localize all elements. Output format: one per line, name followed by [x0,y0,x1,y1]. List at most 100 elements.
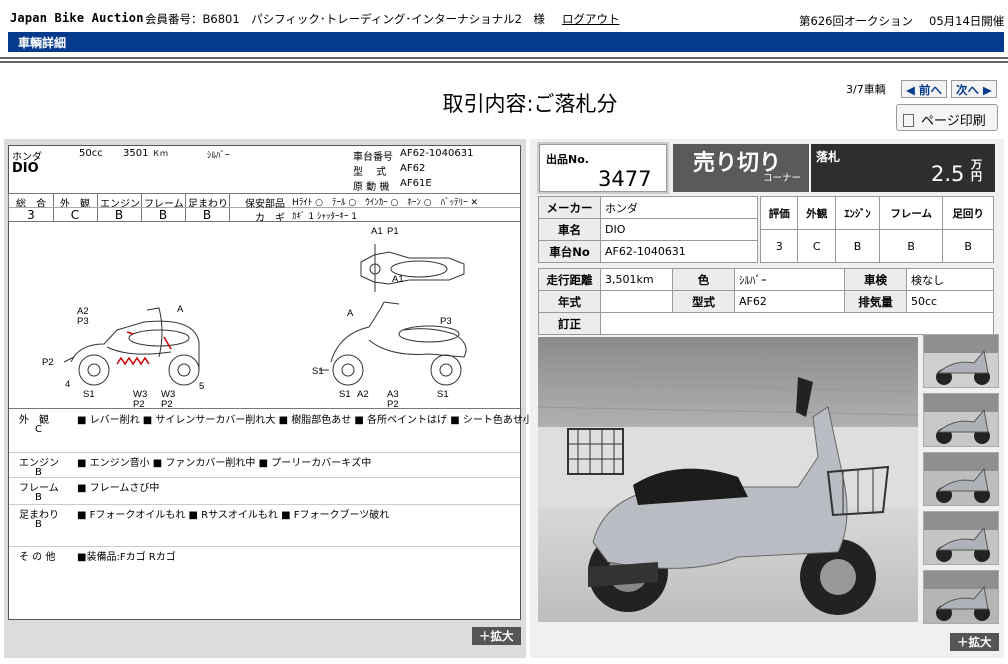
sheet-model: DIO [12,161,39,176]
grade-header: 評価 [759,196,799,230]
sheet-grade-value: B [202,208,212,222]
inspection-sheet[interactable]: ホンダ 50cc 3501 Ｋｍ ｼﾙﾊﾞｰ DIO 車台番号 AF62-104… [8,145,533,620]
lot-box: 出品No. 3477 [537,142,669,194]
logout-link[interactable]: ログアウト [562,11,620,27]
sheet-type-label: 型 式 [353,167,387,178]
note-grade: B [35,492,42,503]
displacement-label: 排気量 [844,290,907,313]
diagram-label: S1 [83,389,95,400]
frame-value: AF62-1040631 [600,240,758,263]
note-category: 外 観 [19,415,49,426]
sheet-engine-value: AF61E [400,178,432,189]
correction-label: 訂正 [538,312,601,335]
note-text: ■ エンジン音小 ■ ファンカバー削れ中 ■ プーリーカバーキズ中 [77,458,372,469]
zoom-photo-button[interactable]: ＋拡大 [950,633,999,651]
grade-table: 評価 外観 ｴﾝｼﾞﾝ フレーム 足回り 3CBBB [759,196,994,263]
next-button[interactable]: 次へ ▶ [951,80,997,98]
auction-date: 05月14日開催 [929,14,1005,28]
sheet-engine-label: 原 動 機 [353,182,390,193]
lot-number: 3477 [598,167,652,191]
print-page-button[interactable]: ページ印刷 [896,104,998,131]
diagram-label: 4 [65,379,70,390]
diagram-label: A1 [371,226,383,237]
price-value: 2.5 [931,162,965,186]
photo-thumbnail[interactable] [923,570,999,624]
sheet-frame-label: 車台番号 [353,152,393,163]
diagram-label: P2 [161,399,173,408]
year-value [600,290,673,313]
damage-diagram: A1 P1 A1 A2 P3 A P2 4 S1 W3 P2 W3 P2 5 A… [42,226,467,408]
sheet-grade-value: B [158,208,168,222]
note-text: ■ Fフォークオイルもれ ■ Rサスオイルもれ ■ Fフォークブーツ破れ [77,510,390,521]
price-label: 落札 [816,150,841,164]
sheet-km: 3501 [123,148,149,159]
sale-corner-label: コーナー [763,173,802,184]
name-value: DIO [600,218,758,241]
sheet-km-unit: Ｋｍ [152,149,168,158]
photo-thumbnail[interactable] [923,334,999,388]
grade-value: B [834,229,881,263]
grade-value: B [879,229,944,263]
diagram-label: S1 [312,366,324,377]
diagram-label: S1 [437,389,449,400]
diagram-label: A [347,308,354,319]
color-label: 色 [672,268,735,291]
diagram-label: P2 [133,399,145,408]
basic-info-table: メーカー ホンダ 車名 DIO 車台No AF62-1040631 [538,196,758,263]
diagram-label: P1 [387,226,399,237]
grade-header: 足回り [942,196,994,230]
prev-button[interactable]: ◀ 前へ [901,80,947,98]
sheet-grade-value: 3 [27,208,35,222]
zoom-sheet-button[interactable]: ＋拡大 [472,627,521,645]
note-category: そ の 他 [19,552,56,563]
model-value: AF62 [734,290,845,313]
divider [0,57,1008,59]
color-value: ｼﾙﾊﾞｰ [734,268,845,291]
photo-thumbnail[interactable] [923,452,999,506]
divider [0,61,1008,63]
sale-type-badge: 売り切り コーナー [673,144,809,192]
top-header: Japan Bike Auction 会員番号：B6801 パシフィック･トレー… [0,0,1008,32]
diagram-label: 5 [199,381,204,392]
maker-value: ホンダ [600,196,758,219]
grade-header: 外観 [797,196,836,230]
inspection-label: 車検 [844,268,907,291]
member-info: 会員番号：B6801 パシフィック･トレーディング･インターナショナル2 様 [145,12,545,26]
lot-label: 出品No. [546,153,589,166]
sheet-frame-value: AF62-1040631 [400,148,474,159]
sheet-grade-value: C [70,208,80,222]
diagram-label: P3 [440,316,452,327]
diagram-label: A [177,304,184,315]
diagram-label: P2 [387,399,399,408]
note-grade: B [35,519,42,530]
photo-thumbnail[interactable] [923,511,999,565]
diagram-label: A1 [392,274,404,285]
grade-header: ｴﾝｼﾞﾝ [834,196,881,230]
note-text: ■ フレームさび中 [77,483,160,494]
note-text: ■装備品:Fカゴ Rカゴ [77,552,176,563]
sheet-cc: 50cc [79,148,103,159]
sheet-type-value: AF62 [400,163,426,174]
diagram-label: S1 [339,389,351,400]
section-bar: 車輌詳細 [8,32,1004,52]
price-unit: 万円 [971,158,982,183]
sheet-grade-value: B [114,208,124,222]
print-label: ページ印刷 [921,114,986,129]
frame-label: 車台No [538,240,601,263]
detail-table: 走行距離 3,501km 色 ｼﾙﾊﾞｰ 車検 検なし 年式 型式 AF62 排… [538,268,994,335]
name-label: 車名 [538,218,601,241]
diagram-label: P3 [77,316,89,327]
grade-value: B [942,229,994,263]
correction-value [600,312,994,335]
note-text: ■ レバー削れ ■ サイレンサーカバー削れ大 ■ 樹脂部色あせ ■ 各所ペイント… [77,415,533,426]
main-photo[interactable] [538,337,918,622]
model-label: 型式 [672,290,735,313]
year-label: 年式 [538,290,601,313]
price-box: 落札 2.5 万円 [811,144,995,192]
maker-label: メーカー [538,196,601,219]
sheet-color: ｼﾙﾊﾞｰ [207,151,230,161]
vehicle-counter: 3/7車輌 [846,83,886,96]
grade-value: 3 [759,229,799,263]
photo-thumbnail[interactable] [923,393,999,447]
auction-number: 第626回オークション [799,14,913,28]
